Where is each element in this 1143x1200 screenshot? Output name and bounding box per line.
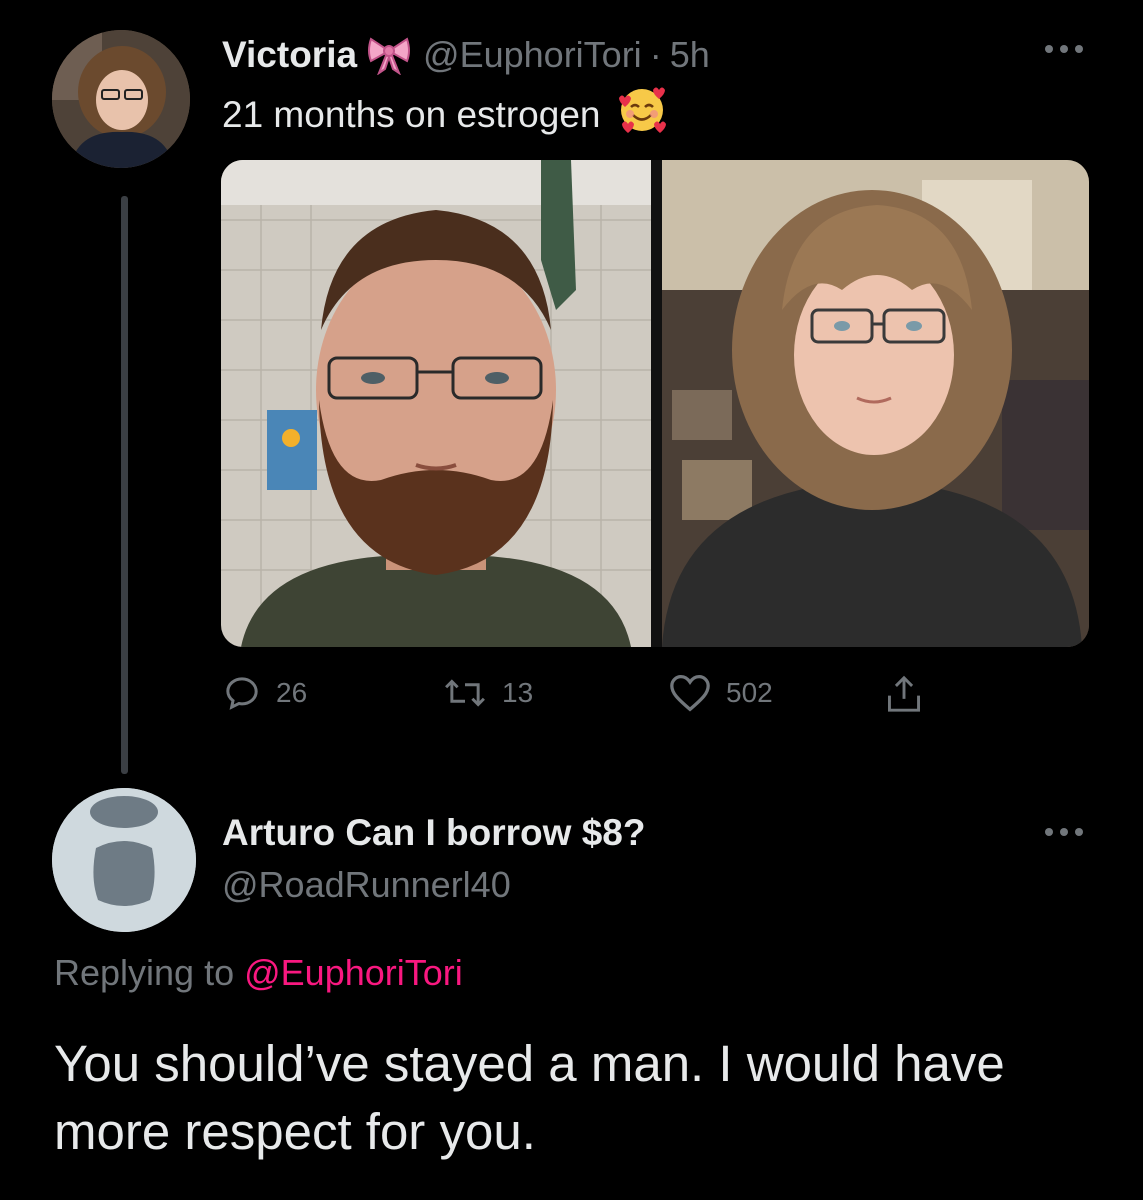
like-action[interactable]: 502	[668, 673, 773, 713]
reply-text: You should’ve stayed a man. I would have…	[54, 1035, 1005, 1160]
before-photo[interactable]	[221, 160, 651, 647]
retweet-icon	[445, 679, 485, 707]
like-count: 502	[726, 677, 773, 708]
replying-prefix: Replying to	[54, 952, 235, 993]
retweet-count: 13	[502, 677, 534, 708]
display-name[interactable]: Victoria	[222, 34, 357, 76]
tweet-text: 21 months on estrogen	[222, 84, 668, 145]
timestamp[interactable]: 5h	[670, 34, 710, 76]
reply-display-name[interactable]: Arturo Can I borrow $8?	[222, 812, 645, 854]
tweet-body: 21 months on estrogen	[222, 93, 601, 135]
reply-handle[interactable]: @RoadRunnerl40	[222, 864, 511, 906]
avatar[interactable]	[52, 30, 190, 168]
after-photo[interactable]	[662, 160, 1089, 647]
avatar-image	[52, 30, 190, 168]
ribbon-bow-icon	[367, 31, 411, 80]
thread-line	[121, 196, 128, 774]
smiling-face-with-hearts-icon	[616, 84, 668, 145]
reply-action[interactable]: 26	[222, 673, 307, 713]
share-icon	[888, 675, 920, 712]
share-action[interactable]	[884, 673, 924, 715]
separator: ·	[649, 34, 662, 75]
tweet-header: Victoria @EuphoriTori · 5h	[222, 30, 710, 80]
retweet-action[interactable]: 13	[442, 673, 533, 713]
reply-icon	[226, 677, 258, 710]
handle[interactable]: @EuphoriTori	[423, 34, 642, 76]
replying-to-line: Replying to @EuphoriTori	[54, 952, 463, 994]
more-options-icon[interactable]	[1042, 42, 1086, 61]
heart-icon	[670, 674, 710, 712]
default-avatar[interactable]	[52, 788, 196, 932]
mention-link[interactable]: @EuphoriTori	[244, 952, 463, 993]
reply-count: 26	[276, 677, 308, 708]
media-grid[interactable]	[221, 160, 1089, 647]
more-options-icon[interactable]	[1042, 825, 1086, 844]
default-profile-icon	[52, 788, 196, 932]
